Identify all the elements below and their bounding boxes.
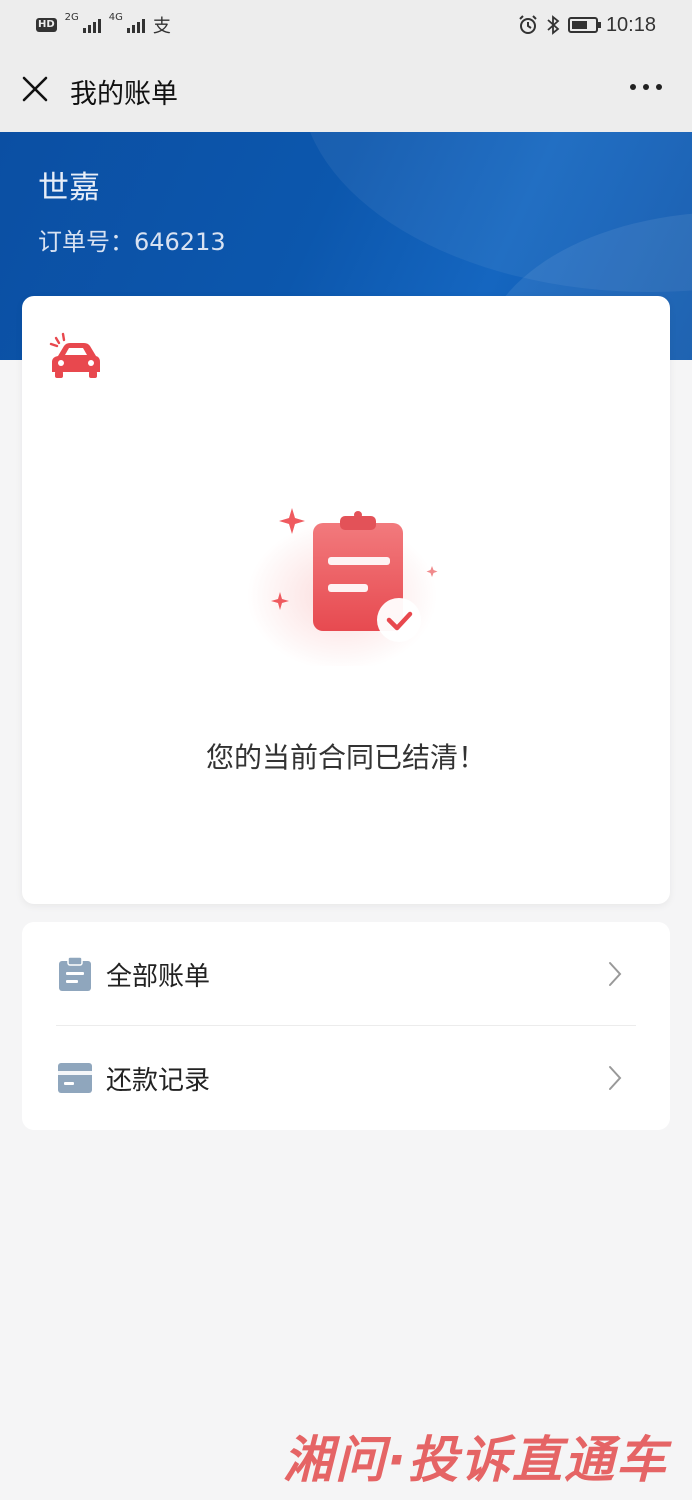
- signal-icon-2: [126, 17, 145, 33]
- menu-item-all-bills[interactable]: 全部账单: [22, 922, 670, 1026]
- network-type-1: 2G: [64, 11, 79, 23]
- status-right: 10:18: [518, 14, 656, 37]
- page-title: 我的账单: [70, 79, 178, 110]
- settled-clipboard-icon: [247, 508, 438, 666]
- settled-message: 您的当前合同已结清！: [205, 741, 486, 774]
- battery-icon: [567, 17, 601, 33]
- status-left: HD 2G 4G 支: [36, 12, 171, 38]
- bill-menu: 全部账单 还款记录: [22, 922, 670, 1130]
- chevron-right-icon: [609, 1066, 622, 1090]
- car-icon: [49, 332, 100, 378]
- watermark-logo: 湘问·投诉直通车: [283, 1431, 668, 1489]
- card-icon: [58, 1063, 92, 1093]
- chevron-right-icon: [609, 962, 622, 986]
- close-icon[interactable]: [18, 72, 52, 106]
- menu-item-label: 还款记录: [106, 1065, 211, 1096]
- alarm-icon: [519, 15, 537, 34]
- bluetooth-icon: [547, 15, 560, 35]
- clock-time: 10:18: [605, 13, 656, 36]
- alipay-icon: 支: [152, 16, 171, 37]
- status-bar: HD 2G 4G 支 10:18: [0, 0, 692, 50]
- clipboard-icon: [59, 956, 91, 991]
- contract-status-card: 您的当前合同已结清！: [22, 296, 670, 904]
- menu-item-repayment-records[interactable]: 还款记录: [22, 1026, 670, 1130]
- hd-badge: HD: [36, 18, 57, 32]
- car-model-name: 世嘉: [38, 170, 100, 206]
- menu-item-label: 全部账单: [106, 961, 211, 992]
- signal-icon: [82, 17, 101, 33]
- order-number: 订单号：646213: [38, 228, 226, 256]
- nav-bar: 我的账单: [0, 50, 692, 132]
- more-options-icon[interactable]: [630, 84, 662, 90]
- network-type-2: 4G: [108, 11, 123, 23]
